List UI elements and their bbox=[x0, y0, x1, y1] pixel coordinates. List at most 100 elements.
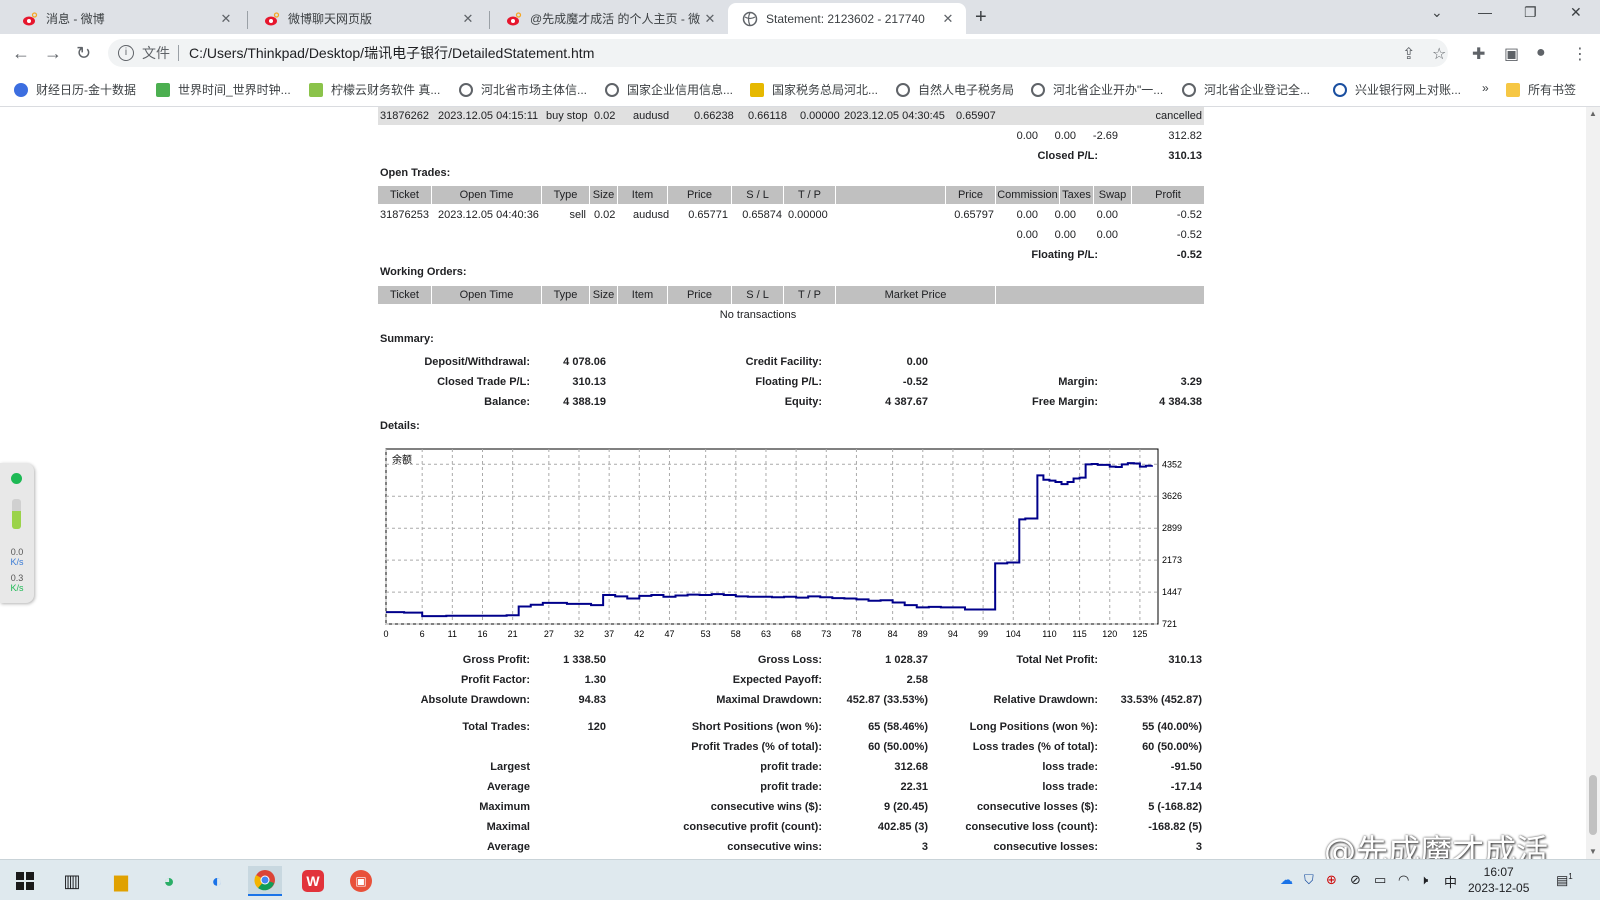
tab-weibo-messages[interactable]: 消息 - 微博 ✕ bbox=[8, 3, 244, 34]
share-icon[interactable]: ⇪ bbox=[1402, 44, 1415, 64]
chrome-icon[interactable] bbox=[248, 866, 282, 896]
chevron-down-icon[interactable]: ⌄ bbox=[1431, 4, 1443, 21]
tab-divider bbox=[489, 11, 490, 29]
url-text[interactable]: C:/Users/Thinkpad/Desktop/瑞讯电子银行/Detaile… bbox=[189, 43, 594, 63]
page-scrollbar[interactable]: ▲ ▼ bbox=[1586, 107, 1600, 859]
system-clock[interactable]: 16:07 2023-12-05 bbox=[1468, 864, 1529, 896]
address-bar[interactable]: i 文件 C:/Users/Thinkpad/Desktop/瑞讯电子银行/De… bbox=[108, 39, 1448, 67]
x-tick-label: 21 bbox=[508, 629, 518, 639]
profit-total: -0.52 bbox=[1176, 229, 1202, 241]
x-tick-label: 0 bbox=[383, 629, 388, 639]
balance-label: Balance: bbox=[484, 396, 530, 408]
x-tick-label: 47 bbox=[664, 629, 674, 639]
close-icon[interactable]: ✕ bbox=[702, 11, 718, 27]
bookmark-item[interactable]: 国家企业信用信息... bbox=[605, 81, 733, 98]
wechat-icon[interactable]: ◕ bbox=[152, 866, 186, 896]
scrollbar-thumb[interactable] bbox=[1589, 775, 1597, 835]
reload-button[interactable]: ↻ bbox=[76, 43, 91, 64]
edge-icon[interactable]: ◐ bbox=[200, 866, 234, 896]
file-explorer-icon[interactable]: ▆ bbox=[104, 866, 138, 896]
close-icon[interactable]: ✕ bbox=[460, 11, 476, 27]
col-size: Size bbox=[590, 286, 618, 304]
bookmark-item[interactable]: 财经日历-金十数据 bbox=[14, 81, 136, 98]
side-panel-icon[interactable]: ▣ bbox=[1504, 44, 1519, 64]
task-view-icon[interactable]: ▥ bbox=[55, 866, 89, 896]
wps-icon[interactable]: W bbox=[296, 866, 330, 896]
bookmark-item[interactable]: 世界时间_世界时钟... bbox=[156, 81, 291, 98]
bookmark-item[interactable]: 兴业银行网上对账... bbox=[1333, 81, 1461, 98]
profit-factor-value: 1.30 bbox=[584, 674, 606, 686]
x-tick-label: 37 bbox=[604, 629, 614, 639]
col-sl: S / L bbox=[732, 286, 784, 304]
bookmark-item[interactable]: 河北省市场主体信... bbox=[459, 81, 587, 98]
tab-weibo-profile[interactable]: @先成魔才成活 的个人主页 - 微 ✕ bbox=[492, 3, 728, 34]
scroll-down-icon[interactable]: ▼ bbox=[1589, 847, 1597, 856]
bookmark-favicon-icon bbox=[156, 82, 170, 97]
onedrive-icon[interactable]: ☁ bbox=[1280, 872, 1293, 888]
stats-row: Maximum consecutive wins ($): 9 (20.45) … bbox=[378, 798, 1204, 816]
profit: -0.52 bbox=[1176, 209, 1202, 221]
volume-icon[interactable]: 🕨 bbox=[1420, 872, 1428, 888]
app-icon[interactable]: ▣ bbox=[344, 866, 378, 896]
forward-button[interactable]: → bbox=[44, 43, 62, 64]
back-button[interactable]: ← bbox=[12, 43, 30, 64]
close-icon[interactable]: ✕ bbox=[940, 11, 956, 27]
stats-row: Maximal consecutive profit (count): 402.… bbox=[378, 818, 1204, 836]
profile-icon[interactable]: ● bbox=[1536, 44, 1546, 62]
no-transactions: No transactions bbox=[719, 309, 797, 321]
x-tick-label: 94 bbox=[948, 629, 958, 639]
tab-statement[interactable]: Statement: 2123602 - 217740 ✕ bbox=[728, 3, 966, 34]
wifi-icon[interactable]: ◠ bbox=[1398, 872, 1409, 888]
stats-row: Profit Trades (% of total): 60 (50.00%) … bbox=[378, 738, 1204, 756]
taxes-total: 0.00 bbox=[1054, 130, 1076, 142]
bookmark-item[interactable]: 柠檬云财务软件 真... bbox=[309, 81, 440, 98]
ticket: 31876262 bbox=[380, 110, 429, 122]
info-icon[interactable]: i bbox=[118, 45, 134, 61]
floating-pl-value: -0.52 bbox=[1176, 249, 1202, 261]
current-price: 0.65797 bbox=[954, 209, 994, 221]
col-sl: S / L bbox=[732, 186, 784, 204]
globe-icon bbox=[896, 82, 910, 97]
stats-row: Total Trades: 120 Short Positions (won %… bbox=[378, 718, 1204, 736]
security-icon[interactable]: ⊕ bbox=[1326, 872, 1337, 888]
wps-logo: W bbox=[302, 870, 324, 892]
gross-profit-value: 1 338.50 bbox=[563, 654, 606, 666]
size: 0.02 bbox=[594, 209, 616, 221]
shield-icon[interactable]: ⛉ bbox=[1304, 872, 1314, 888]
tab-strip: 消息 - 微博 ✕ 微博聊天网页版 ✕ @先成魔才成活 的个人主页 - 微 ✕ … bbox=[0, 0, 1600, 34]
item: audusd bbox=[633, 110, 670, 122]
swap-total: 0.00 bbox=[1096, 229, 1118, 241]
taxes-total: 0.00 bbox=[1054, 229, 1076, 241]
tab-weibo-chat[interactable]: 微博聊天网页版 ✕ bbox=[250, 3, 486, 34]
battery-icon[interactable]: ▭ bbox=[1374, 872, 1386, 888]
link-icon[interactable]: ⊘ bbox=[1350, 872, 1361, 888]
bookmark-item[interactable]: 自然人电子税务局 bbox=[896, 81, 1014, 98]
col-taxes: Taxes bbox=[1060, 186, 1094, 204]
largest-loss-label: loss trade: bbox=[1042, 761, 1098, 773]
menu-icon[interactable]: ⋮ bbox=[1572, 44, 1588, 64]
bookmark-item[interactable]: 河北省企业登记全... bbox=[1182, 81, 1310, 98]
scroll-up-icon[interactable]: ▲ bbox=[1589, 109, 1597, 118]
net-profit-label: Total Net Profit: bbox=[1016, 654, 1098, 666]
bookmark-item[interactable]: 河北省企业开办"一... bbox=[1031, 81, 1163, 98]
start-button[interactable] bbox=[8, 866, 42, 896]
extensions-icon[interactable]: ✚ bbox=[1472, 44, 1485, 64]
commission-total: 0.00 bbox=[1016, 229, 1038, 241]
close-window-button[interactable]: ✕ bbox=[1570, 4, 1582, 21]
bookmark-label: 国家税务总局河北... bbox=[772, 83, 879, 97]
close-icon[interactable]: ✕ bbox=[218, 11, 234, 27]
more-bookmarks-button[interactable]: » bbox=[1482, 81, 1489, 95]
minimize-button[interactable]: — bbox=[1478, 4, 1492, 20]
margin-label: Margin: bbox=[1058, 376, 1098, 388]
ime-indicator[interactable]: 中 bbox=[1444, 872, 1457, 891]
all-bookmarks-button[interactable]: 所有书签 bbox=[1506, 81, 1576, 98]
restore-button[interactable]: ❐ bbox=[1524, 4, 1537, 21]
bookmark-item[interactable]: 国家税务总局河北... bbox=[750, 81, 878, 98]
x-tick-label: 42 bbox=[634, 629, 644, 639]
x-tick-label: 63 bbox=[761, 629, 771, 639]
new-tab-button[interactable]: + bbox=[975, 6, 987, 29]
notification-icon[interactable]: ▤1 bbox=[1556, 872, 1573, 888]
star-icon[interactable]: ☆ bbox=[1432, 44, 1446, 64]
network-speed-widget[interactable]: 0.0 K/s 0.3 K/s bbox=[0, 463, 34, 603]
loss-trades-label: Loss trades (% of total): bbox=[972, 741, 1098, 753]
